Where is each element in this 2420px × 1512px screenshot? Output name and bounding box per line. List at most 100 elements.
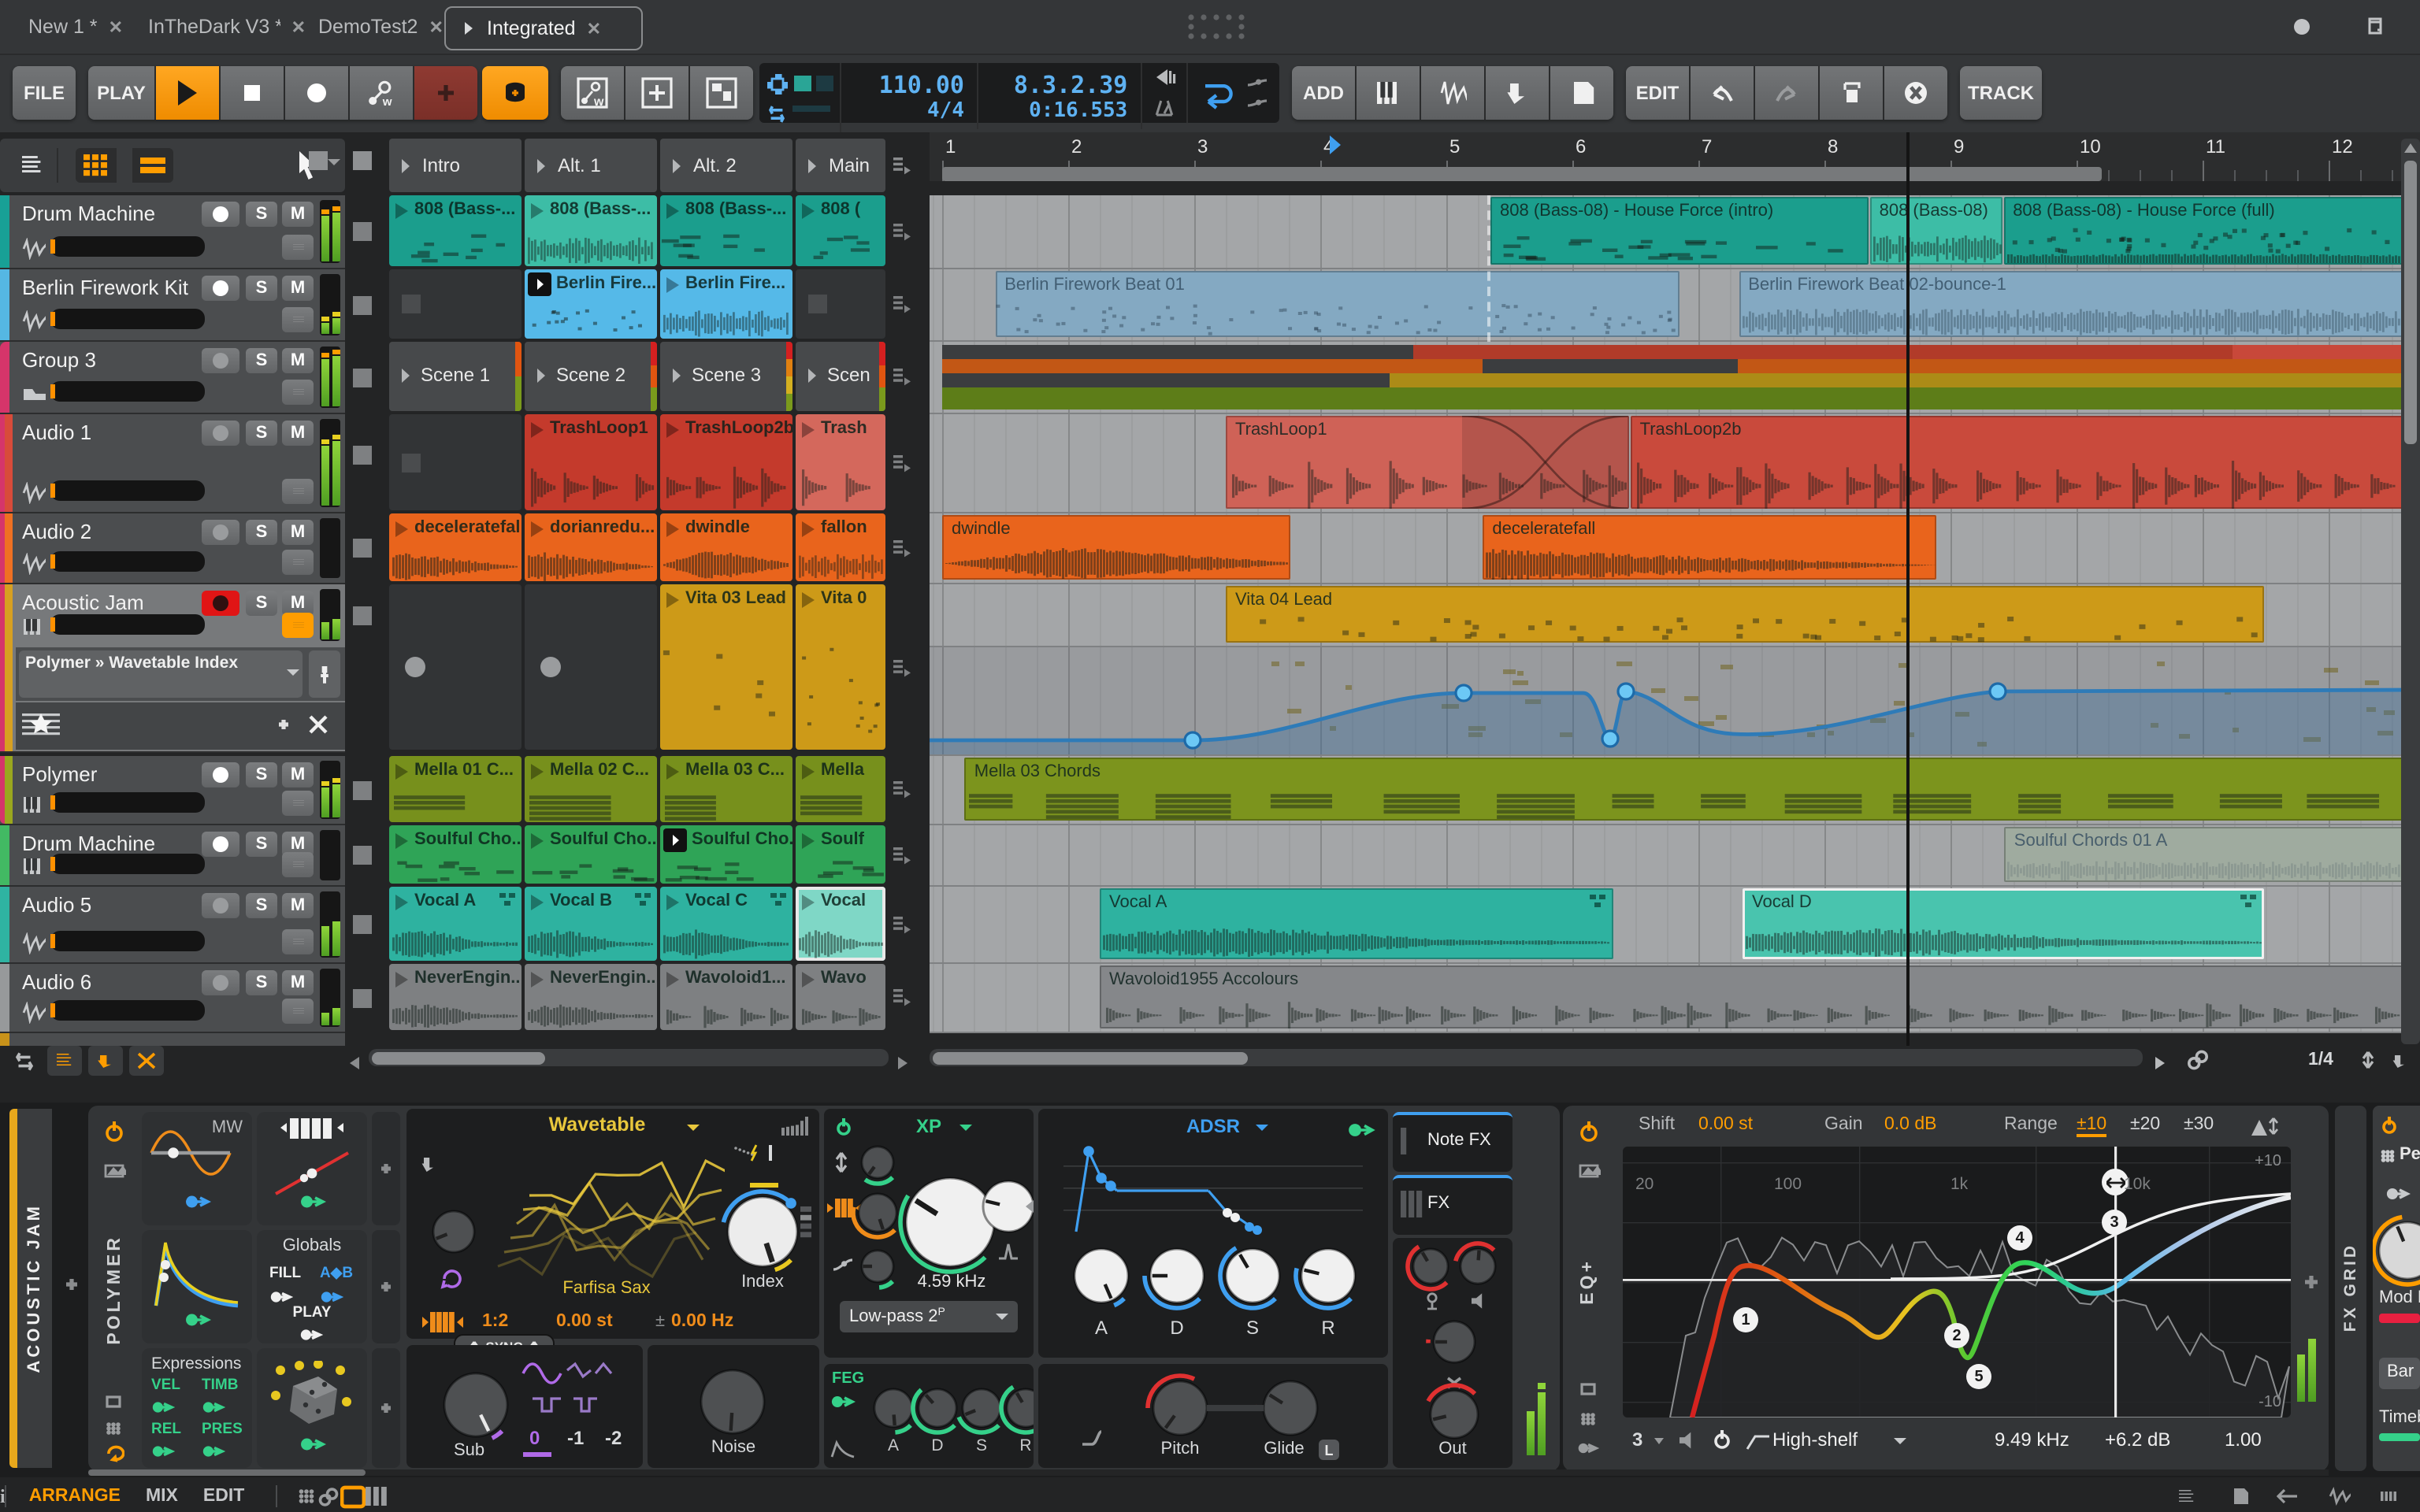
launcher-clip[interactable]: Mella 01 C... [389, 756, 521, 822]
osc-keyboard-icon[interactable] [422, 1310, 463, 1339]
track-header-berlin-firework-kit[interactable]: Berlin Firework Kit S M [0, 269, 345, 342]
track-header-acoustic-jam[interactable]: Acoustic Jam S M Polymer » Wavetable Index [0, 584, 345, 753]
left:75.32000000000001px;[interactable] [50, 384, 55, 398]
clip-stop-button[interactable] [353, 446, 372, 465]
feg-knob-R[interactable] [997, 1380, 1034, 1436]
element[interactable] [395, 521, 408, 537]
launcher-clip[interactable]: Soulf [796, 825, 885, 884]
clip-stop-button[interactable] [353, 295, 372, 314]
track-name[interactable]: Drum Machine [22, 202, 195, 225]
device-loop-icon[interactable] [98, 1443, 129, 1465]
noise-knob[interactable] [692, 1361, 774, 1443]
eq-grid-icon[interactable] [1572, 1408, 1604, 1430]
element[interactable] [531, 422, 544, 438]
track-name[interactable]: Drum Machine [22, 832, 195, 855]
mute-button[interactable]: M [282, 421, 314, 446]
file-button[interactable]: FILE [13, 66, 76, 120]
launcher-clip[interactable]: Vocal B [525, 887, 657, 961]
element[interactable] [395, 203, 408, 219]
arranger-scrollbar[interactable] [930, 1049, 2143, 1066]
track-name[interactable]: Audio 5 [22, 893, 195, 917]
osc-detune-hz-value[interactable]: 0.00 Hz [671, 1312, 733, 1331]
launcher-overview-button[interactable] [47, 1046, 82, 1076]
arranger-clip[interactable]: dwindle [942, 515, 1290, 580]
element[interactable] [666, 592, 679, 608]
element[interactable] [531, 895, 544, 910]
element[interactable] [395, 972, 408, 988]
file-panel-icon[interactable] [2221, 1484, 2253, 1509]
wavetable-title[interactable]: Wavetable [406, 1114, 788, 1136]
width:30px;height:20px;margin-left:6px;[interactable]: i [0, 1484, 6, 1508]
record-arm-button[interactable] [202, 591, 239, 616]
solo-button[interactable]: S [246, 970, 277, 995]
element[interactable] [531, 521, 544, 537]
track-menu-button[interactable] [282, 235, 314, 260]
eq-remote-icon[interactable] [1572, 1377, 1604, 1402]
track-header-audio-6[interactable]: Audio 6 SM [0, 964, 345, 1033]
launcher-clip[interactable]: dorianredu... [525, 513, 657, 581]
record-arm-button[interactable] [202, 421, 239, 446]
launcher-clip[interactable]: Soulful Cho... [389, 825, 521, 884]
volume-fader[interactable] [50, 614, 205, 635]
add-modulator-button-2[interactable] [372, 1230, 400, 1343]
fx-grid-device[interactable]: FX GRID [2335, 1106, 2366, 1471]
sub-octave-0[interactable]: 0 [529, 1427, 540, 1449]
modulator-globals[interactable]: Globals FILL A◆B PLAY [257, 1230, 367, 1343]
clip-row-options[interactable] [889, 756, 914, 822]
fx-tab-note-fx[interactable]: Note FX [1393, 1112, 1512, 1172]
loop-cell[interactable] [1188, 63, 1279, 123]
mute-button[interactable]: M [282, 893, 314, 918]
osc-retrigger-icon[interactable] [419, 1153, 438, 1183]
eq-band-dropdown-arrow[interactable] [1654, 1438, 1664, 1444]
track-header-audio-1[interactable]: Audio 1 SM [0, 414, 345, 513]
track-menu-button[interactable] [282, 479, 314, 504]
left:60.28px;[interactable] [50, 554, 55, 569]
position-cell[interactable]: 8.3.2.39 0:16.553 [978, 63, 1142, 129]
record-arm-button[interactable] [202, 832, 239, 857]
record-arm-button[interactable] [202, 202, 239, 227]
element[interactable] [802, 592, 815, 608]
volume-fader[interactable] [50, 236, 205, 257]
clip-row-options[interactable] [889, 513, 914, 581]
track-menu-button[interactable] [282, 613, 314, 638]
eq-preset-icon[interactable] [1572, 1156, 1604, 1184]
clip-automation-write-button[interactable]: w [561, 66, 624, 120]
record-arm-button[interactable] [202, 276, 239, 301]
element[interactable] [666, 521, 679, 537]
launcher-scrollbar[interactable] [369, 1049, 889, 1066]
mute-button[interactable]: M [282, 970, 314, 995]
launcher-clip[interactable]: Mella 03 C... [660, 756, 792, 822]
volume-fader[interactable] [50, 551, 205, 572]
clip-row-options[interactable] [889, 342, 914, 411]
launcher-clip[interactable]: NeverEngin... [389, 964, 521, 1030]
back-icon[interactable] [2272, 1484, 2303, 1509]
out-knob[interactable] [1421, 1381, 1487, 1447]
clip-stop-button[interactable] [353, 915, 372, 934]
width:22px;height:18px;[interactable] [317, 1486, 340, 1506]
perf-power-button[interactable] [2376, 1112, 2401, 1137]
track-menu-button[interactable] [282, 999, 314, 1024]
launcher-clip[interactable]: deceleratefall [389, 513, 521, 581]
eq-band-gain[interactable]: +6.2 dB [2105, 1429, 2170, 1451]
eq-band-power-icon[interactable] [1711, 1429, 1733, 1458]
mute-button[interactable]: M [282, 348, 314, 373]
arranger-rows-view-button[interactable] [132, 148, 173, 183]
duplicate-button[interactable] [1820, 66, 1883, 120]
solo-button[interactable]: S [246, 276, 277, 301]
track-name[interactable]: Audio 2 [22, 520, 195, 543]
snap-grid-value[interactable]: 1/4 [2297, 1046, 2344, 1074]
delete-button[interactable] [1884, 66, 1947, 120]
filter-dropdown-icon[interactable] [959, 1125, 972, 1131]
mix-knob[interactable] [1424, 1312, 1484, 1372]
volume-fader[interactable] [50, 931, 205, 951]
tempo-value[interactable]: 110.00 [879, 70, 964, 98]
track-header-drum-machine[interactable]: Drum Machine S M [0, 825, 345, 887]
element[interactable] [666, 203, 679, 219]
solo-button[interactable]: S [246, 832, 277, 857]
snap-toggle-icon[interactable] [2354, 1046, 2382, 1074]
undo-button[interactable] [1691, 66, 1754, 120]
modulator-expressions[interactable]: Expressions VEL TIMB REL PRES [142, 1348, 252, 1468]
volume-fader[interactable] [50, 854, 205, 874]
width:24px;height:18px;[interactable] [340, 1484, 366, 1508]
track-button[interactable]: TRACK [1960, 66, 2042, 120]
